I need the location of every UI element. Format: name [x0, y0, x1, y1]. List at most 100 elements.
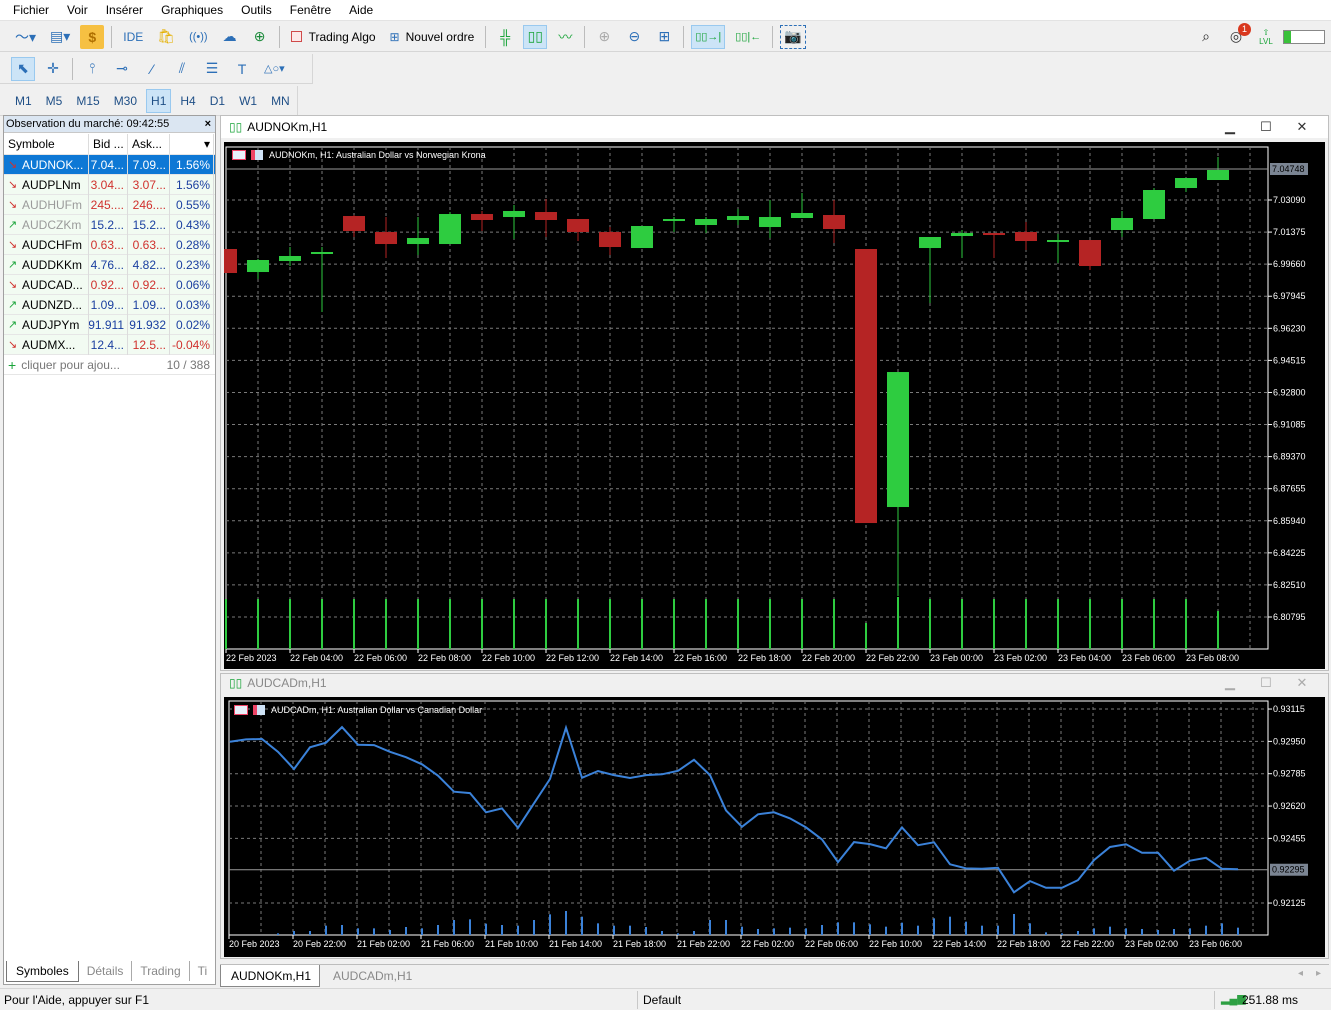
- timeframe-m5[interactable]: M5: [41, 89, 68, 113]
- timeframe-w1[interactable]: W1: [234, 89, 262, 113]
- candlestick-chart-icon[interactable]: ▯▯: [523, 24, 548, 49]
- x-tick-label: 22 Feb 14:00: [933, 939, 986, 949]
- chart-type-dropdown[interactable]: 〜▾: [11, 25, 40, 49]
- x-tick-label: 23 Feb 02:00: [1125, 939, 1178, 949]
- market-watch-row[interactable]: ↗ AUDJPYm 91.911 91.932 0.02%: [4, 314, 215, 335]
- new-order-button[interactable]: ⊞ Nouvel ordre: [386, 25, 479, 49]
- chart-shift-icon[interactable]: ▯▯|←: [731, 25, 765, 49]
- ask-cell: 91.932: [128, 314, 170, 335]
- dollar-icon[interactable]: $: [80, 24, 105, 49]
- tab-scroll-left[interactable]: ◂: [1298, 968, 1303, 979]
- level-icon[interactable]: ⇧ LVL: [1254, 25, 1278, 49]
- market-watch-title: Observation du marché: 09:42:55: [6, 118, 170, 130]
- market-watch-row[interactable]: ↗ AUDDKKm 4.76... 4.82... 0.23%: [4, 254, 215, 275]
- notifications-icon[interactable]: ◎ 1: [1224, 22, 1251, 49]
- tab-symboles[interactable]: Symboles: [6, 960, 79, 982]
- menu-outils[interactable]: Outils: [232, 3, 281, 17]
- x-tick-label: 22 Feb 2023: [226, 653, 277, 663]
- column-header-ask[interactable]: Ask...: [128, 133, 170, 154]
- shapes-dropdown-icon[interactable]: △○▾: [260, 57, 289, 81]
- tab-scroll-right[interactable]: ▸: [1316, 968, 1321, 979]
- maximize-button[interactable]: ☐: [1248, 674, 1284, 692]
- autoscroll-icon[interactable]: ▯▯→|: [691, 24, 726, 49]
- timeframe-h1[interactable]: H1: [146, 88, 172, 113]
- menu-fichier[interactable]: Fichier: [4, 3, 58, 17]
- zoom-in-icon[interactable]: ⊕: [592, 25, 616, 49]
- minimize-button[interactable]: ▁: [1212, 674, 1248, 692]
- timeframe-m15[interactable]: M15: [71, 89, 104, 113]
- fibonacci-icon[interactable]: ☰: [200, 57, 224, 81]
- candle-bullish: [1047, 240, 1069, 243]
- bar-chart-icon[interactable]: ╬: [493, 25, 517, 49]
- market-watch-row[interactable]: ↘ AUDHUFm 245.... 246.... 0.55%: [4, 194, 215, 215]
- menu-graphiques[interactable]: Graphiques: [152, 3, 232, 17]
- chart-shop-icon: [253, 705, 265, 715]
- timeframe-m30[interactable]: M30: [109, 89, 142, 113]
- signals-icon[interactable]: ((•)): [185, 25, 212, 49]
- market-bag-icon[interactable]: 🛍: [153, 25, 179, 49]
- timeframe-h4[interactable]: H4: [175, 89, 200, 113]
- tab-trading[interactable]: Trading: [131, 961, 188, 981]
- ide-button[interactable]: IDE: [119, 25, 147, 49]
- column-header-bid[interactable]: Bid ...: [89, 133, 128, 154]
- vps-cloud-icon[interactable]: ☁: [218, 25, 242, 49]
- zoom-out-icon[interactable]: ⊖: [622, 25, 646, 49]
- trading-algo-button[interactable]: Trading Algo: [287, 25, 380, 49]
- change-cell: 0.06%: [170, 274, 214, 295]
- crosshair-icon[interactable]: ✛: [41, 57, 65, 81]
- close-icon[interactable]: ×: [205, 118, 215, 130]
- market-watch-row[interactable]: ↘ AUDPLNm 3.04... 3.07... 1.56%: [4, 174, 215, 195]
- screenshot-icon[interactable]: 📷: [780, 24, 806, 49]
- menu-insérer[interactable]: Insérer: [97, 3, 152, 17]
- chart-tab-audnok[interactable]: AUDNOKm,H1: [220, 965, 320, 987]
- market-watch-row[interactable]: ↘ AUDNOK... 7.04... 7.09... 1.56%: [4, 154, 215, 175]
- data-point: [245, 738, 247, 740]
- close-button[interactable]: ✕: [1284, 674, 1320, 692]
- chart-canvas-audnok[interactable]: 7.03090 7.01375 6.99660 6.97945 6.96230 6.945…: [215, 142, 1325, 669]
- timeframe-d1[interactable]: D1: [205, 89, 230, 113]
- market-watch-row[interactable]: ↘ AUDCHFm 0.63... 0.63... 0.28%: [4, 234, 215, 255]
- minimize-button[interactable]: ▁: [1212, 116, 1248, 138]
- data-point: [309, 746, 311, 748]
- symbol-name: AUDMX...: [22, 337, 76, 352]
- community-add-icon[interactable]: ⊕: [248, 25, 272, 49]
- add-symbol-row[interactable]: + cliquer pour ajou... 10 / 388: [4, 355, 215, 375]
- timeframe-mn[interactable]: MN: [266, 89, 295, 113]
- ask-cell: 15.2...: [128, 214, 170, 235]
- timeframe-m1[interactable]: M1: [10, 89, 37, 113]
- line-chart[interactable]: 0.93115 0.92950 0.92785 0.92620 0.92455 0.921…: [224, 697, 1325, 957]
- column-header-change[interactable]: ▾: [170, 133, 214, 154]
- market-watch-row[interactable]: ↗ AUDCZKm 15.2... 15.2... 0.43%: [4, 214, 215, 235]
- text-icon[interactable]: T: [230, 57, 254, 81]
- market-watch-row[interactable]: ↗ AUDNZD... 1.09... 1.09... 0.03%: [4, 294, 215, 315]
- x-tick-label: 22 Feb 18:00: [738, 653, 791, 663]
- vertical-line-icon[interactable]: ⫯: [80, 57, 104, 81]
- search-icon[interactable]: ⌕: [1194, 25, 1218, 49]
- bid-cell: 15.2...: [89, 214, 128, 235]
- trendline-icon[interactable]: ⁄: [140, 57, 164, 81]
- menu-aide[interactable]: Aide: [340, 3, 382, 17]
- tab-ti[interactable]: Ti: [188, 961, 216, 981]
- menu-voir[interactable]: Voir: [58, 3, 97, 17]
- y-tick-label: 6.85940: [1273, 516, 1306, 526]
- tile-windows-icon[interactable]: ⊞: [652, 25, 676, 49]
- chart-canvas-audcad[interactable]: 0.93115 0.92950 0.92785 0.92620 0.92455 0.921…: [224, 697, 1325, 957]
- tab-détails[interactable]: Détails: [79, 961, 132, 981]
- equidistant-channel-icon[interactable]: ⫽: [170, 57, 194, 81]
- maximize-button[interactable]: ☐: [1248, 116, 1284, 138]
- symbol-cell: ↗ AUDJPYm: [4, 314, 89, 335]
- market-watch-row[interactable]: ↘ AUDMX... 12.4... 12.5... -0.04%: [4, 334, 215, 355]
- candle-bullish: [727, 216, 749, 220]
- close-button[interactable]: ✕: [1284, 116, 1320, 138]
- column-header-symbol[interactable]: Symbole: [4, 133, 89, 154]
- indicators-dropdown[interactable]: ▤▾: [46, 25, 74, 49]
- cursor-icon[interactable]: ⬉: [11, 56, 35, 81]
- horizontal-line-icon[interactable]: ⊸: [110, 57, 134, 81]
- candle-bearish: [599, 232, 621, 248]
- line-chart-icon[interactable]: 〰: [553, 25, 577, 49]
- market-watch-row[interactable]: ↘ AUDCAD... 0.92... 0.92... 0.06%: [4, 274, 215, 295]
- menu-fenêtre[interactable]: Fenêtre: [281, 3, 340, 17]
- chart-tab-audcad[interactable]: AUDCADm,H1: [323, 965, 422, 987]
- x-tick-label: 22 Feb 04:00: [290, 653, 343, 663]
- candlestick-chart[interactable]: 7.03090 7.01375 6.99660 6.97945 6.96230 6.945…: [215, 142, 1325, 669]
